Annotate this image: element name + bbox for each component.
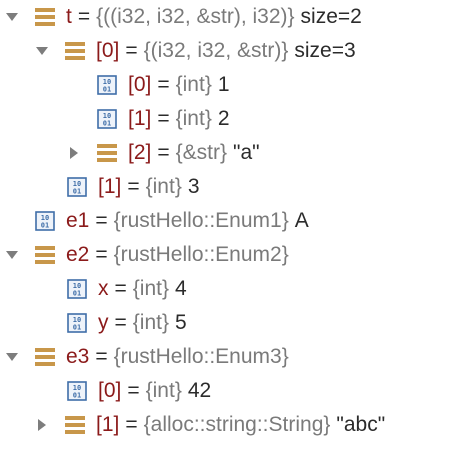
struct-icon: [96, 142, 118, 164]
variable-name: [1]: [98, 175, 122, 198]
equals-sign: =: [114, 311, 127, 334]
variable-type: {(i32, i32, &str)}: [143, 39, 289, 62]
variable-type: {int}: [175, 73, 212, 96]
variable-value: "a": [233, 141, 260, 164]
primitive-icon: 10 01: [96, 74, 118, 96]
tree-row-e2-y[interactable]: 10 01 y = {int} 5: [66, 306, 187, 340]
equals-sign: =: [95, 243, 108, 266]
variable-name: [0]: [96, 39, 120, 62]
svg-text:01: 01: [73, 188, 81, 196]
svg-text:01: 01: [73, 392, 81, 400]
tree-row-t-0-1[interactable]: 10 01 [1] = {int} 2: [96, 102, 230, 136]
primitive-icon: 10 01: [66, 278, 88, 300]
tree-row-e3-0[interactable]: 10 01 [0] = {int} 42: [66, 374, 211, 408]
variable-value: "abc": [336, 413, 386, 436]
variable-type: {int}: [145, 379, 182, 402]
variable-name: y: [98, 311, 109, 334]
variable-name: [0]: [98, 379, 122, 402]
tree-row-t[interactable]: t = {((i32, i32, &str), i32)} size=2: [4, 0, 362, 34]
svg-text:01: 01: [103, 120, 111, 128]
equals-sign: =: [95, 345, 108, 368]
equals-sign: =: [157, 73, 170, 96]
primitive-icon: 10 01: [34, 210, 56, 232]
variable-name: t: [66, 5, 72, 28]
tree-row-e3[interactable]: e3 = {rustHello::Enum3}: [4, 340, 295, 374]
variable-value: 42: [187, 379, 212, 402]
tree-row-e2-x[interactable]: 10 01 x = {int} 4: [66, 272, 187, 306]
svg-text:01: 01: [73, 324, 81, 332]
equals-sign: =: [95, 209, 108, 232]
equals-sign: =: [157, 141, 170, 164]
collapse-arrow-icon[interactable]: [66, 136, 82, 170]
struct-icon: [34, 346, 56, 368]
variable-type: {int}: [132, 277, 169, 300]
variable-name: e3: [66, 345, 90, 368]
tree-row-t-0-2[interactable]: [2] = {&str} "a": [66, 136, 260, 170]
variable-type: {rustHello::Enum1}: [113, 209, 289, 232]
tree-row-t-0[interactable]: [0] = {(i32, i32, &str)} size=3: [34, 34, 356, 68]
variable-value: 2: [217, 107, 230, 130]
variable-value: 1: [217, 73, 230, 96]
variable-name: x: [98, 277, 109, 300]
variable-name: [1]: [128, 107, 152, 130]
primitive-icon: 10 01: [66, 176, 88, 198]
primitive-icon: 10 01: [66, 380, 88, 402]
variable-value: A: [294, 209, 309, 232]
expand-arrow-icon[interactable]: [4, 340, 20, 374]
variable-value: size=2: [300, 5, 362, 28]
variable-name: [2]: [128, 141, 152, 164]
variable-name: [1]: [96, 413, 120, 436]
collapse-arrow-icon[interactable]: [34, 408, 50, 442]
primitive-icon: 10 01: [66, 312, 88, 334]
equals-sign: =: [77, 5, 91, 28]
variable-value: size=3: [294, 39, 356, 62]
struct-icon: [64, 414, 86, 436]
expand-arrow-icon[interactable]: [4, 238, 20, 272]
variable-type: {int}: [175, 107, 212, 130]
tree-row-e1[interactable]: 10 01 e1 = {rustHello::Enum1} A: [34, 204, 309, 238]
expand-arrow-icon[interactable]: [34, 34, 50, 68]
svg-text:01: 01: [73, 290, 81, 298]
struct-icon: [34, 6, 56, 28]
expand-arrow-icon[interactable]: [4, 0, 20, 34]
svg-text:01: 01: [41, 222, 49, 230]
equals-sign: =: [127, 175, 140, 198]
variable-value: 5: [174, 311, 187, 334]
variable-name: [0]: [128, 73, 152, 96]
struct-icon: [64, 40, 86, 62]
equals-sign: =: [125, 39, 138, 62]
equals-sign: =: [127, 379, 140, 402]
tree-row-t-0-0[interactable]: 10 01 [0] = {int} 1: [96, 68, 230, 102]
variable-type: {rustHello::Enum2}: [113, 243, 289, 266]
variable-value: 4: [174, 277, 187, 300]
variable-type: {((i32, i32, &str), i32)}: [96, 5, 295, 28]
struct-icon: [34, 244, 56, 266]
variable-type: {int}: [132, 311, 169, 334]
variable-type: {rustHello::Enum3}: [113, 345, 289, 368]
variable-value: 3: [187, 175, 200, 198]
variable-type: {&str}: [175, 141, 227, 164]
variable-name: e1: [66, 209, 90, 232]
svg-text:01: 01: [103, 86, 111, 94]
equals-sign: =: [125, 413, 138, 436]
tree-row-e2[interactable]: e2 = {rustHello::Enum2}: [4, 238, 295, 272]
equals-sign: =: [157, 107, 170, 130]
variable-type: {int}: [145, 175, 182, 198]
variable-name: e2: [66, 243, 90, 266]
tree-row-t-1[interactable]: 10 01 [1] = {int} 3: [66, 170, 200, 204]
primitive-icon: 10 01: [96, 108, 118, 130]
variable-type: {alloc::string::String}: [143, 413, 331, 436]
equals-sign: =: [114, 277, 127, 300]
tree-row-e3-1[interactable]: [1] = {alloc::string::String} "abc": [34, 408, 385, 442]
